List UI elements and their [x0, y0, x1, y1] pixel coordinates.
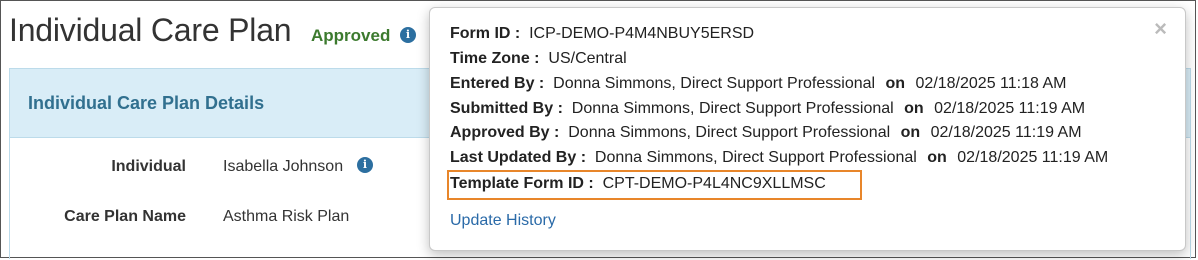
entered-by-label: Entered By :: [450, 75, 545, 92]
submitted-by-row: Submitted By : Donna Simmons, Direct Sup…: [450, 100, 1085, 118]
submitted-by-label: Submitted By :: [450, 100, 563, 117]
last-updated-by-value: Donna Simmons, Direct Support Profession…: [594, 149, 917, 166]
entered-by-on: on: [885, 75, 906, 92]
individual-value: Isabella Johnson: [223, 158, 344, 175]
panel-title: Individual Care Plan Details: [28, 93, 265, 113]
info-icon[interactable]: i: [400, 27, 416, 43]
update-history-link[interactable]: Update History: [450, 212, 556, 230]
approved-by-label: Approved By :: [450, 124, 560, 141]
individual-info-icon[interactable]: i: [357, 157, 373, 173]
last-updated-by-on: on: [927, 149, 947, 166]
care-plan-name-value: Asthma Risk Plan: [223, 208, 350, 225]
time-zone-value: US/Central: [548, 50, 627, 67]
submitted-by-value: Donna Simmons, Direct Support Profession…: [571, 100, 894, 117]
care-plan-name-label: Care Plan Name: [64, 208, 186, 225]
form-id-value: ICP-DEMO-P4M4NBUY5ERSD: [529, 25, 755, 42]
entered-by-value: Donna Simmons, Direct Support Profession…: [553, 75, 876, 92]
time-zone-row: Time Zone : US/Central: [450, 50, 627, 68]
approved-by-value: Donna Simmons, Direct Support Profession…: [568, 124, 891, 141]
last-updated-by-label: Last Updated By :: [450, 149, 587, 166]
form-info-popover: × Form ID : ICP-DEMO-P4M4NBUY5ERSD Time …: [429, 7, 1186, 251]
submitted-by-on: on: [904, 100, 924, 117]
approved-by-row: Approved By : Donna Simmons, Direct Supp…: [450, 124, 1082, 142]
template-form-id-label: Template Form ID :: [450, 175, 594, 192]
entered-by-date: 02/18/2025 11:18 AM: [915, 75, 1067, 92]
entered-by-row: Entered By : Donna Simmons, Direct Suppo…: [450, 75, 1066, 93]
individual-label: Individual: [111, 158, 186, 175]
submitted-by-date: 02/18/2025 11:19 AM: [934, 100, 1086, 117]
template-form-id-row: Template Form ID : CPT-DEMO-P4L4NC9XLLMS…: [450, 175, 826, 193]
page-title: Individual Care Plan: [9, 12, 292, 48]
close-icon[interactable]: ×: [1154, 18, 1167, 40]
approved-by-date: 02/18/2025 11:19 AM: [930, 124, 1082, 141]
approved-by-on: on: [900, 124, 921, 141]
last-updated-by-row: Last Updated By : Donna Simmons, Direct …: [450, 149, 1108, 167]
form-id-label: Form ID :: [450, 25, 521, 42]
time-zone-label: Time Zone :: [450, 50, 540, 67]
template-form-id-value: CPT-DEMO-P4L4NC9XLLMSC: [602, 175, 826, 192]
status-badge: Approved: [311, 26, 391, 45]
last-updated-by-date: 02/18/2025 11:19 AM: [957, 149, 1109, 166]
form-id-row: Form ID : ICP-DEMO-P4M4NBUY5ERSD: [450, 25, 754, 43]
